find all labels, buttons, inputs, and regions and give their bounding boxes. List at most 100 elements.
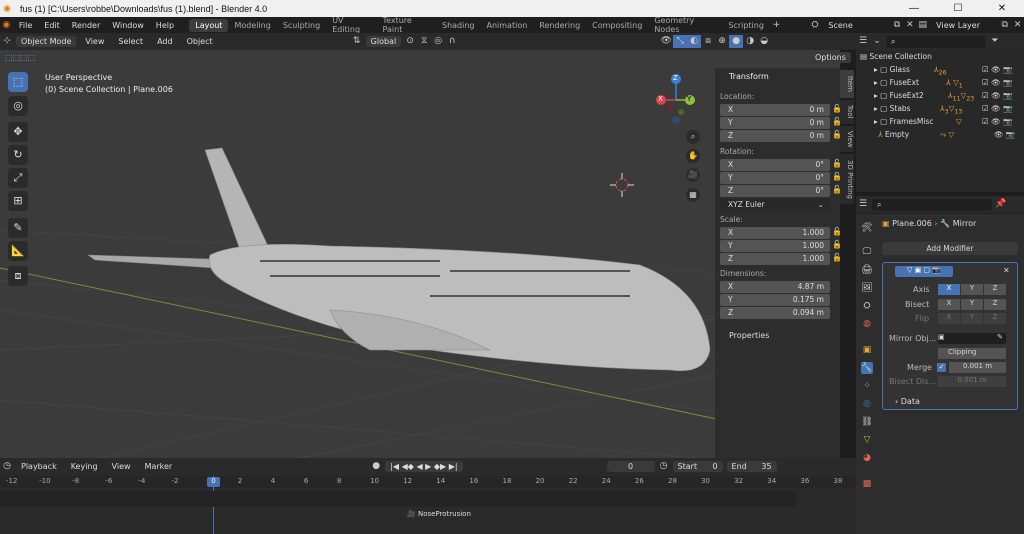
delete-scene-icon[interactable]: ✕: [903, 19, 916, 32]
bisect-x-button[interactable]: X: [938, 299, 960, 310]
outliner-item-stabs[interactable]: ▸ ▢ Stabs ⅄3▽13 ☑ 👁 📷: [856, 104, 1024, 117]
menu-marker[interactable]: Marker: [140, 461, 178, 472]
tab-tool[interactable]: Tool: [840, 100, 854, 124]
data-properties-icon[interactable]: ▽: [861, 434, 873, 446]
shading-rendered-icon[interactable]: ◒: [757, 35, 771, 48]
pan-icon[interactable]: ✋: [686, 149, 700, 163]
scale-x-field[interactable]: X 1.000: [720, 227, 830, 239]
filter-icon[interactable]: ⏷: [988, 35, 1002, 48]
flip-y-button[interactable]: Y: [961, 313, 983, 324]
marker-noseprotrusion[interactable]: 🎥 NoseProtrusion: [407, 510, 471, 518]
tab-scripting[interactable]: Scripting: [722, 19, 770, 32]
select-tool[interactable]: ⬚: [8, 72, 28, 92]
measure-tool[interactable]: 📐: [8, 241, 28, 261]
data-subpanel[interactable]: › Data: [895, 397, 920, 406]
view-layer-field[interactable]: View Layer: [931, 19, 997, 31]
bisect-distance-field[interactable]: 0.001 m: [938, 376, 1006, 387]
menu-view[interactable]: View: [80, 36, 109, 47]
texture-properties-icon[interactable]: ▩: [861, 478, 873, 490]
timeline-editor-icon[interactable]: ◷: [0, 460, 14, 473]
mode-dropdown[interactable]: Object Mode: [16, 36, 77, 47]
shading-solid-icon[interactable]: ●: [729, 35, 744, 48]
playback-controls[interactable]: |◀ ◀◆ ◀ ▶ ◆▶ ▶|: [385, 461, 463, 472]
modifier-close-icon[interactable]: ✕: [1003, 266, 1010, 275]
blender-menu-icon[interactable]: ◉: [0, 19, 13, 32]
pivot-icon[interactable]: ⊙: [403, 35, 417, 48]
menu-file[interactable]: File: [13, 21, 38, 30]
select-mode-buttons[interactable]: ⬚⬚⬚⬚: [5, 53, 45, 65]
visibility-icon[interactable]: 👁: [659, 35, 673, 48]
axis-z-button[interactable]: Z: [984, 284, 1006, 295]
rotation-y-field[interactable]: Y 0°: [720, 172, 830, 184]
mirror-object-field[interactable]: ▣ ✎: [938, 333, 1006, 344]
tab-layout[interactable]: Layout: [189, 18, 229, 32]
gizmo-toggle-icon[interactable]: ⤡: [673, 35, 688, 48]
axis-x-button[interactable]: X: [938, 284, 960, 295]
outliner-scene-collection[interactable]: ▤ Scene Collection: [856, 52, 1024, 65]
menu-object[interactable]: Object: [182, 36, 218, 47]
rotate-tool[interactable]: ↻: [8, 145, 28, 165]
menu-window[interactable]: Window: [106, 21, 150, 30]
transform-tool[interactable]: ⊞: [8, 191, 28, 211]
current-frame-field[interactable]: 0: [606, 461, 655, 472]
new-view-layer-icon[interactable]: ⧉: [998, 19, 1011, 32]
render-properties-icon[interactable]: 🖵: [861, 246, 873, 258]
orientation-dropdown[interactable]: Global: [365, 36, 402, 47]
scene-properties-icon[interactable]: ⛭: [861, 300, 873, 312]
tab-rendering[interactable]: Rendering: [533, 19, 586, 32]
dimensions-y-field[interactable]: Y 0.175 m: [720, 294, 830, 306]
lock-icon[interactable]: 🔓: [832, 227, 842, 236]
modifier-toggles[interactable]: ▽ ▣ ▢ 📷: [895, 266, 953, 277]
outliner-item-framesmisc[interactable]: ▸ ▢ FramesMisc ▽ ☑ 👁 📷: [856, 117, 1024, 130]
playhead-frame-badge[interactable]: 0: [207, 477, 220, 487]
outliner-item-fuseext[interactable]: ▸ ▢ FuseExt ⅄ ▽1 ☑ 👁 📷: [856, 78, 1024, 91]
constraints-properties-icon[interactable]: ⛓: [861, 416, 873, 428]
add-workspace-icon[interactable]: +: [770, 19, 783, 32]
object-properties-icon[interactable]: ▣: [861, 344, 873, 356]
merge-distance-field[interactable]: 0.001 m: [949, 362, 1006, 373]
snap-icon[interactable]: ⧖: [417, 35, 431, 48]
proportional-edit-icon[interactable]: ◎: [431, 35, 445, 48]
3d-viewport[interactable]: User Perspective (0) Scene Collection | …: [0, 50, 840, 458]
location-x-field[interactable]: X0 m: [720, 104, 830, 116]
maximize-button[interactable]: ☐: [936, 3, 980, 14]
lock-icon[interactable]: 🔓: [832, 240, 842, 249]
modifier-properties-icon[interactable]: 🔧: [861, 362, 873, 374]
minimize-button[interactable]: —: [892, 3, 936, 14]
scale-tool[interactable]: ⤢: [8, 168, 28, 188]
flip-x-button[interactable]: X: [938, 313, 960, 324]
menu-view-timeline[interactable]: View: [107, 461, 136, 472]
pin-icon[interactable]: 📌: [994, 198, 1008, 211]
scene-icon[interactable]: ⛭: [809, 19, 822, 32]
location-y-field[interactable]: Y0 m: [720, 117, 830, 129]
dimensions-z-field[interactable]: Z 0.094 m: [720, 307, 830, 319]
world-properties-icon[interactable]: ◍: [861, 318, 873, 330]
view-layer-icon[interactable]: ▤: [916, 19, 929, 32]
properties-editor-icon[interactable]: ☰: [856, 198, 870, 211]
ortho-toggle-icon[interactable]: ▦: [686, 188, 700, 202]
outliner-editor-icon[interactable]: ☰: [856, 35, 870, 48]
tab-animation[interactable]: Animation: [481, 19, 534, 32]
new-scene-icon[interactable]: ⧉: [891, 19, 904, 32]
location-z-field[interactable]: Z0 m: [720, 130, 830, 142]
outliner-item-glass[interactable]: ▸ ▢ Glass ⅄26 ☑ 👁 📷: [856, 65, 1024, 78]
close-button[interactable]: ✕: [980, 3, 1024, 14]
shading-wireframe-icon[interactable]: ⊕: [715, 35, 729, 48]
move-tool[interactable]: ✥: [8, 122, 28, 142]
properties-search-input[interactable]: ⌕: [872, 198, 992, 211]
falloff-icon[interactable]: ∩: [445, 35, 459, 48]
physics-properties-icon[interactable]: ◎: [861, 398, 873, 410]
menu-keying[interactable]: Keying: [66, 461, 103, 472]
shading-material-icon[interactable]: ◑: [743, 35, 757, 48]
zoom-icon[interactable]: ⌕: [686, 130, 700, 144]
transform-header[interactable]: Transform: [729, 72, 769, 81]
scale-z-field[interactable]: Z 1.000: [720, 253, 830, 265]
add-modifier-button[interactable]: Add Modifier: [882, 242, 1018, 255]
end-frame-field[interactable]: End 35: [726, 461, 777, 472]
rotation-mode-dropdown[interactable]: XYZ Euler ⌄: [720, 199, 830, 211]
axis-y-button[interactable]: Y: [961, 284, 983, 295]
keyframe-area[interactable]: [0, 491, 796, 507]
flip-z-button[interactable]: Z: [984, 313, 1006, 324]
tab-modeling[interactable]: Modeling: [228, 19, 276, 32]
menu-add[interactable]: Add: [152, 36, 178, 47]
